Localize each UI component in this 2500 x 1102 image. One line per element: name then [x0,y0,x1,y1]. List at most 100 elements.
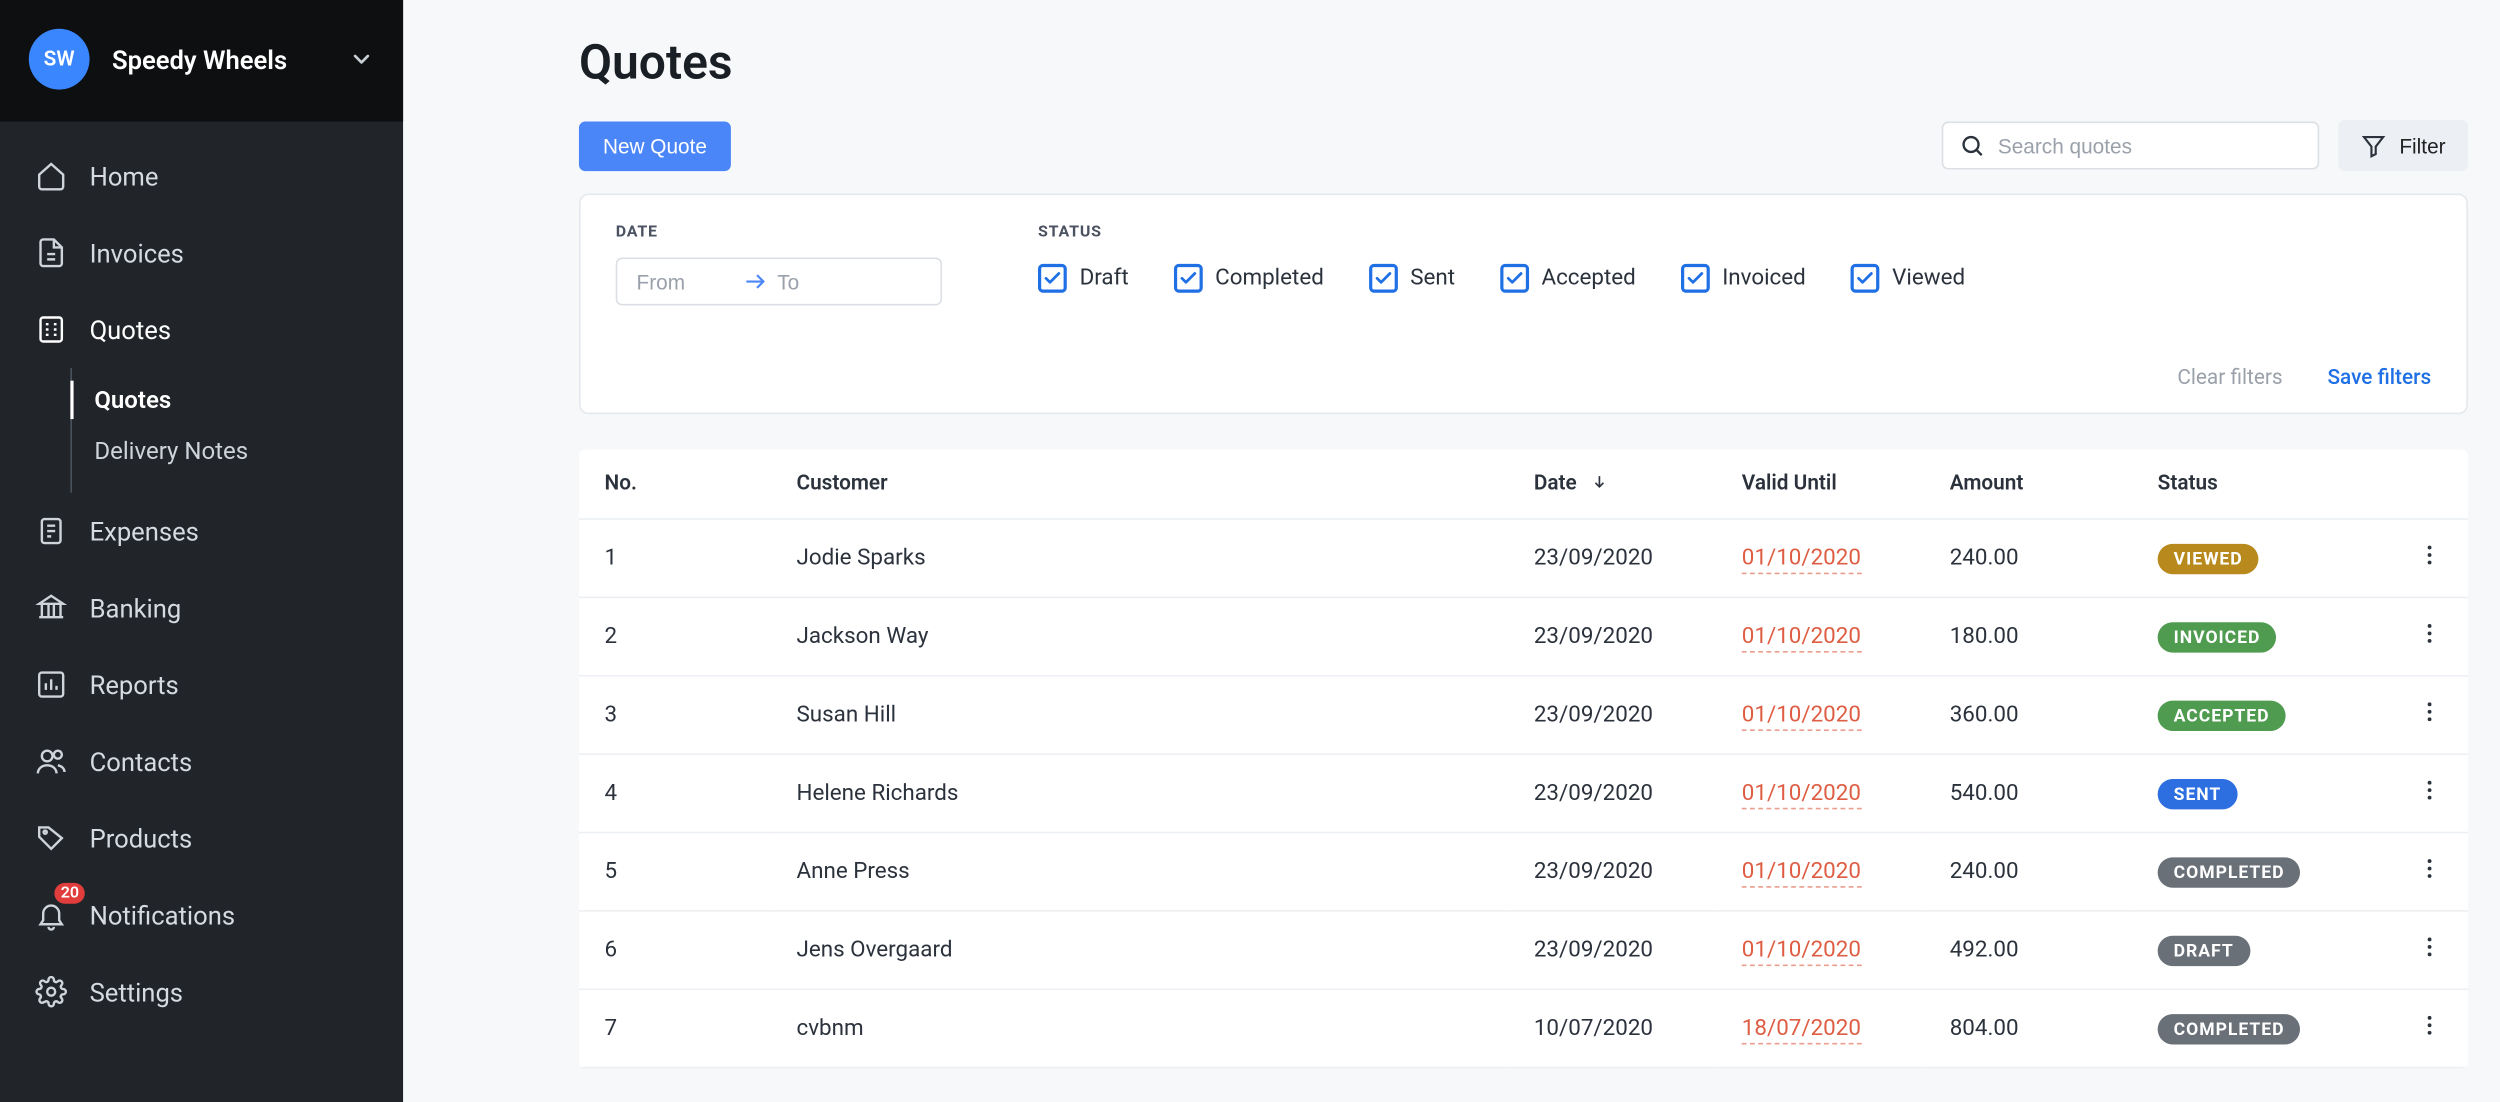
checkbox-icon [1681,264,1710,293]
nav-label: Settings [90,976,183,1006]
th-customer[interactable]: Customer [771,449,1508,519]
tag-icon [35,822,67,854]
table-header-row: No. Customer Date Valid Until Amount Sta… [579,449,2468,519]
sort-down-icon [1592,472,1608,496]
th-status[interactable]: Status [2132,449,2388,519]
status-badge: COMPLETED [2158,1013,2301,1043]
th-no[interactable]: No. [579,449,771,519]
filter-status-label: STATUS [1038,224,1965,242]
nav-quotes[interactable]: Quotes [0,291,403,368]
nav-label: Quotes [90,314,171,344]
row-actions-button[interactable] [2417,1012,2443,1038]
cell-actions [2388,519,2468,597]
cell-status: COMPLETED [2132,989,2388,1067]
status-badge: ACCEPTED [2158,700,2286,730]
date-range-input[interactable] [616,258,942,306]
cell-actions [2388,833,2468,911]
filter-button[interactable]: Filter [2339,120,2468,171]
cell-amount: 540.00 [1924,754,2132,832]
table-row[interactable]: 6 Jens Overgaard 23/09/2020 01/10/2020 4… [579,911,2468,989]
nav-sub-delivery-notes[interactable]: Delivery Notes [72,425,403,476]
table-row[interactable]: 3 Susan Hill 23/09/2020 01/10/2020 360.0… [579,676,2468,754]
nav-label: Products [90,823,193,853]
row-actions-button[interactable] [2417,542,2443,568]
checkbox-icon [1500,264,1529,293]
home-icon [35,160,67,192]
search-box[interactable] [1942,122,2319,170]
th-date[interactable]: Date [1508,449,1716,519]
chevron-down-icon [349,46,375,72]
nav-invoices[interactable]: Invoices [0,214,403,291]
row-actions-button[interactable] [2417,856,2443,882]
nav-sub-label: Quotes [94,385,171,414]
th-amount[interactable]: Amount [1924,449,2132,519]
cell-status: DRAFT [2132,911,2388,989]
cell-status: COMPLETED [2132,833,2388,911]
chart-icon [35,669,67,701]
nav-expenses[interactable]: Expenses [0,493,403,570]
status-checkbox-invoiced[interactable]: Invoiced [1681,264,1806,293]
cell-no: 3 [579,676,771,754]
search-input[interactable] [1998,134,2302,158]
nav-label: Home [90,161,159,191]
status-badge: DRAFT [2158,935,2250,965]
quote-icon [35,314,67,346]
nav-reports[interactable]: Reports [0,646,403,723]
brand-switcher[interactable]: SW Speedy Wheels [0,0,403,122]
cell-date: 23/09/2020 [1508,676,1716,754]
invoice-icon [35,237,67,269]
row-actions-button[interactable] [2417,777,2443,803]
cell-status: INVOICED [2132,597,2388,675]
bank-icon [35,592,67,624]
checkbox-label: Accepted [1542,266,1636,292]
nav-label: Contacts [90,746,193,776]
date-from-input[interactable] [637,270,733,294]
row-actions-button[interactable] [2417,621,2443,647]
nav-banking[interactable]: Banking [0,569,403,646]
table-row[interactable]: 1 Jodie Sparks 23/09/2020 01/10/2020 240… [579,519,2468,597]
status-badge: COMPLETED [2158,857,2301,887]
cell-valid-until: 01/10/2020 [1716,754,1924,832]
cell-date: 23/09/2020 [1508,833,1716,911]
checkbox-icon [1369,264,1398,293]
nav-home[interactable]: Home [0,138,403,215]
th-valid-until[interactable]: Valid Until [1716,449,1924,519]
filter-panel: DATE STATUS Draft [579,194,2468,415]
status-checkbox-sent[interactable]: Sent [1369,264,1455,293]
nav-label: Notifications [90,900,235,930]
table-row[interactable]: 7 cvbnm 10/07/2020 18/07/2020 804.00 COM… [579,989,2468,1067]
cell-valid-until: 01/10/2020 [1716,676,1924,754]
row-actions-button[interactable] [2417,699,2443,725]
table-row[interactable]: 5 Anne Press 23/09/2020 01/10/2020 240.0… [579,833,2468,911]
status-checkbox-viewed[interactable]: Viewed [1851,264,1966,293]
status-checkbox-accepted[interactable]: Accepted [1500,264,1636,293]
cell-actions [2388,597,2468,675]
nav-settings[interactable]: Settings [0,953,403,1030]
cell-no: 4 [579,754,771,832]
row-actions-button[interactable] [2417,934,2443,960]
clear-filters-link[interactable]: Clear filters [2177,366,2282,390]
checkbox-label: Invoiced [1722,266,1806,292]
filter-status-group: STATUS Draft Completed Sent [1038,224,1965,293]
nav-sub-quotes[interactable]: Quotes [72,374,403,425]
status-badge: INVOICED [2158,621,2277,651]
nav-products[interactable]: Products [0,800,403,877]
table-row[interactable]: 2 Jackson Way 23/09/2020 01/10/2020 180.… [579,597,2468,675]
status-badge: VIEWED [2158,543,2259,573]
nav-contacts[interactable]: Contacts [0,723,403,800]
cell-date: 23/09/2020 [1508,519,1716,597]
cell-status: ACCEPTED [2132,676,2388,754]
nav-sub-label: Delivery Notes [94,437,248,466]
save-filters-link[interactable]: Save filters [2328,366,2432,390]
date-to-input[interactable] [777,270,873,294]
brand-name: Speedy Wheels [112,44,326,74]
status-checkbox-completed[interactable]: Completed [1174,264,1324,293]
status-checkbox-draft[interactable]: Draft [1038,264,1129,293]
checkbox-label: Viewed [1892,266,1965,292]
new-quote-button[interactable]: New Quote [579,121,731,171]
nav-quotes-submenu: Quotes Delivery Notes [70,368,403,493]
cell-amount: 492.00 [1924,911,2132,989]
nav-notifications[interactable]: 20 Notifications [0,877,403,954]
table-row[interactable]: 4 Helene Richards 23/09/2020 01/10/2020 … [579,754,2468,832]
th-date-label: Date [1534,472,1577,496]
